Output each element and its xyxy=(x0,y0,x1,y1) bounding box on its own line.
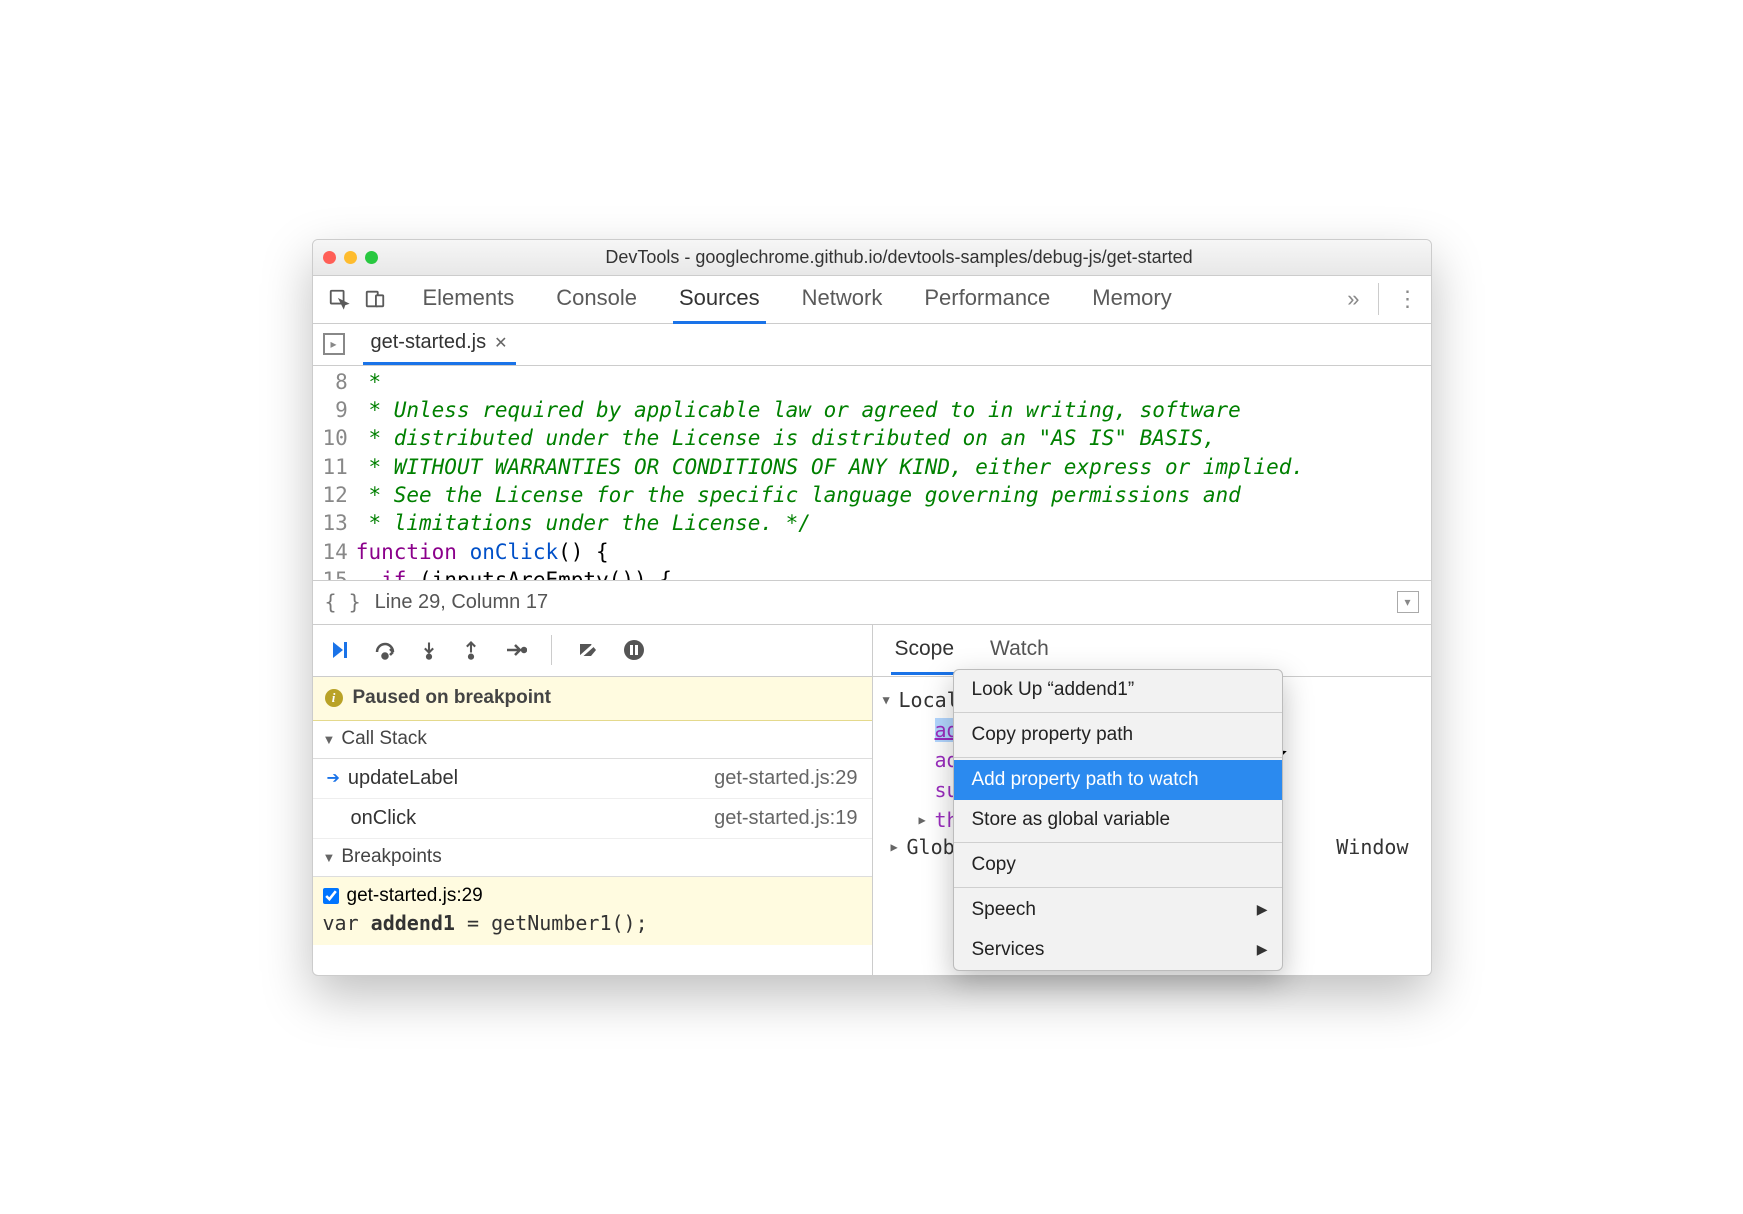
toolbar-divider xyxy=(1378,283,1379,315)
window-title: DevTools - googlechrome.github.io/devtoo… xyxy=(378,247,1421,268)
call-stack-header[interactable]: ▼ Call Stack xyxy=(313,721,872,759)
step-into-icon[interactable] xyxy=(419,638,439,662)
close-tab-icon[interactable]: ✕ xyxy=(494,333,507,353)
submenu-arrow-icon: ▶ xyxy=(1257,901,1268,918)
tab-console[interactable]: Console xyxy=(550,275,643,324)
tab-elements[interactable]: Elements xyxy=(417,275,521,324)
cursor-position: Line 29, Column 17 xyxy=(375,591,548,614)
devtools-window: DevTools - googlechrome.github.io/devtoo… xyxy=(312,239,1432,976)
menu-item[interactable]: Copy xyxy=(954,845,1282,885)
zoom-window-button[interactable] xyxy=(365,251,378,264)
settings-menu-icon[interactable]: ⋮ xyxy=(1397,286,1419,312)
close-window-button[interactable] xyxy=(323,251,336,264)
stack-location: get-started.js:29 xyxy=(714,767,857,790)
debugger-right-pane: ScopeWatch ▼ Local addend1: undefinedads… xyxy=(873,625,1431,975)
paused-banner: i Paused on breakpoint xyxy=(313,677,872,721)
device-mode-icon[interactable] xyxy=(361,285,389,313)
pretty-print-icon[interactable]: { } xyxy=(325,590,361,614)
stack-fn: onClick xyxy=(351,807,417,830)
file-tab[interactable]: get-started.js ✕ xyxy=(363,323,516,365)
call-stack-row[interactable]: onClick get-started.js:19 xyxy=(313,799,872,839)
submenu-arrow-icon: ▶ xyxy=(1257,941,1268,958)
coverage-dropdown-icon[interactable]: ▾ xyxy=(1397,591,1419,613)
breakpoints-header[interactable]: ▼ Breakpoints xyxy=(313,839,872,877)
breakpoints-label: Breakpoints xyxy=(341,846,441,868)
titlebar: DevTools - googlechrome.github.io/devtoo… xyxy=(313,240,1431,276)
line-gutter: 8910111213141516 xyxy=(313,366,356,580)
stack-fn: updateLabel xyxy=(348,767,458,790)
show-navigator-icon[interactable] xyxy=(323,333,345,355)
menu-item[interactable]: Copy property path xyxy=(954,715,1282,755)
current-frame-icon: ➔ xyxy=(327,768,340,788)
code-editor[interactable]: 8910111213141516 * * Unless required by … xyxy=(313,366,1431,581)
expand-icon: ▼ xyxy=(323,850,336,865)
pause-on-exceptions-icon[interactable] xyxy=(622,638,646,662)
menu-item[interactable]: Speech▶ xyxy=(954,890,1282,930)
breakpoints-list: get-started.js:29 var addend1 = getNumber… xyxy=(313,877,872,945)
menu-separator xyxy=(954,712,1282,713)
controls-separator xyxy=(551,635,552,665)
main-toolbar: Elements Console Sources Network Performance… xyxy=(313,276,1431,324)
info-icon: i xyxy=(325,689,343,707)
resume-icon[interactable] xyxy=(327,638,351,662)
expand-icon: ▼ xyxy=(883,693,899,707)
scope-global-value: Window xyxy=(1336,835,1420,859)
tab-sources[interactable]: Sources xyxy=(673,275,766,324)
deactivate-breakpoints-icon[interactable] xyxy=(576,638,600,662)
context-menu: Look Up “addend1” Copy property path Add p… xyxy=(953,669,1283,971)
code-content[interactable]: * * Unless required by applicable law or… xyxy=(356,366,1304,580)
step-icon[interactable] xyxy=(503,638,527,662)
tab-performance[interactable]: Performance xyxy=(918,275,1056,324)
stack-location: get-started.js:19 xyxy=(714,807,857,830)
editor-status-bar: { } Line 29, Column 17 ▾ xyxy=(313,581,1431,625)
menu-separator xyxy=(954,757,1282,758)
file-tab-label: get-started.js xyxy=(371,331,487,354)
traffic-lights xyxy=(323,251,378,264)
call-stack-list: ➔ updateLabel get-started.js:29 onClick get-… xyxy=(313,759,872,839)
minimize-window-button[interactable] xyxy=(344,251,357,264)
expand-icon: ▼ xyxy=(323,732,336,747)
step-over-icon[interactable] xyxy=(373,638,397,662)
overflow-tabs-button[interactable]: » xyxy=(1347,286,1359,312)
scope-local-label: Local xyxy=(899,688,959,712)
expand-icon: ▶ xyxy=(891,840,907,854)
call-stack-row[interactable]: ➔ updateLabel get-started.js:29 xyxy=(313,759,872,799)
expand-icon: ▶ xyxy=(919,813,935,827)
tab-memory[interactable]: Memory xyxy=(1086,275,1177,324)
debugger-controls xyxy=(313,625,872,677)
menu-item[interactable]: Add property path to watch xyxy=(954,760,1282,800)
inspect-element-icon[interactable] xyxy=(325,285,353,313)
tab-watch[interactable]: Watch xyxy=(986,626,1053,675)
paused-message: Paused on breakpoint xyxy=(353,687,551,709)
breakpoint-checkbox[interactable] xyxy=(323,888,339,904)
call-stack-label: Call Stack xyxy=(341,728,427,750)
step-out-icon[interactable] xyxy=(461,638,481,662)
breakpoint-code: var addend1 = getNumber1(); xyxy=(323,911,862,935)
menu-separator xyxy=(954,842,1282,843)
tab-scope[interactable]: Scope xyxy=(891,626,959,675)
breakpoint-label: get-started.js:29 xyxy=(347,885,483,907)
menu-item[interactable]: Services▶ xyxy=(954,930,1282,970)
menu-separator xyxy=(954,887,1282,888)
tab-network[interactable]: Network xyxy=(796,275,889,324)
panel-tabs: Elements Console Sources Network Performance… xyxy=(417,275,1178,324)
menu-item[interactable]: Look Up “addend1” xyxy=(954,670,1282,710)
menu-item[interactable]: Store as global variable xyxy=(954,800,1282,840)
scope-global-label: Glob xyxy=(907,835,955,859)
debugger-panes: i Paused on breakpoint ▼ Call Stack ➔ upd… xyxy=(313,625,1431,975)
breakpoint-entry[interactable]: get-started.js:29 var addend1 = getNumber… xyxy=(313,877,872,945)
file-tabbar: get-started.js ✕ xyxy=(313,324,1431,366)
debugger-left-pane: i Paused on breakpoint ▼ Call Stack ➔ upd… xyxy=(313,625,873,975)
